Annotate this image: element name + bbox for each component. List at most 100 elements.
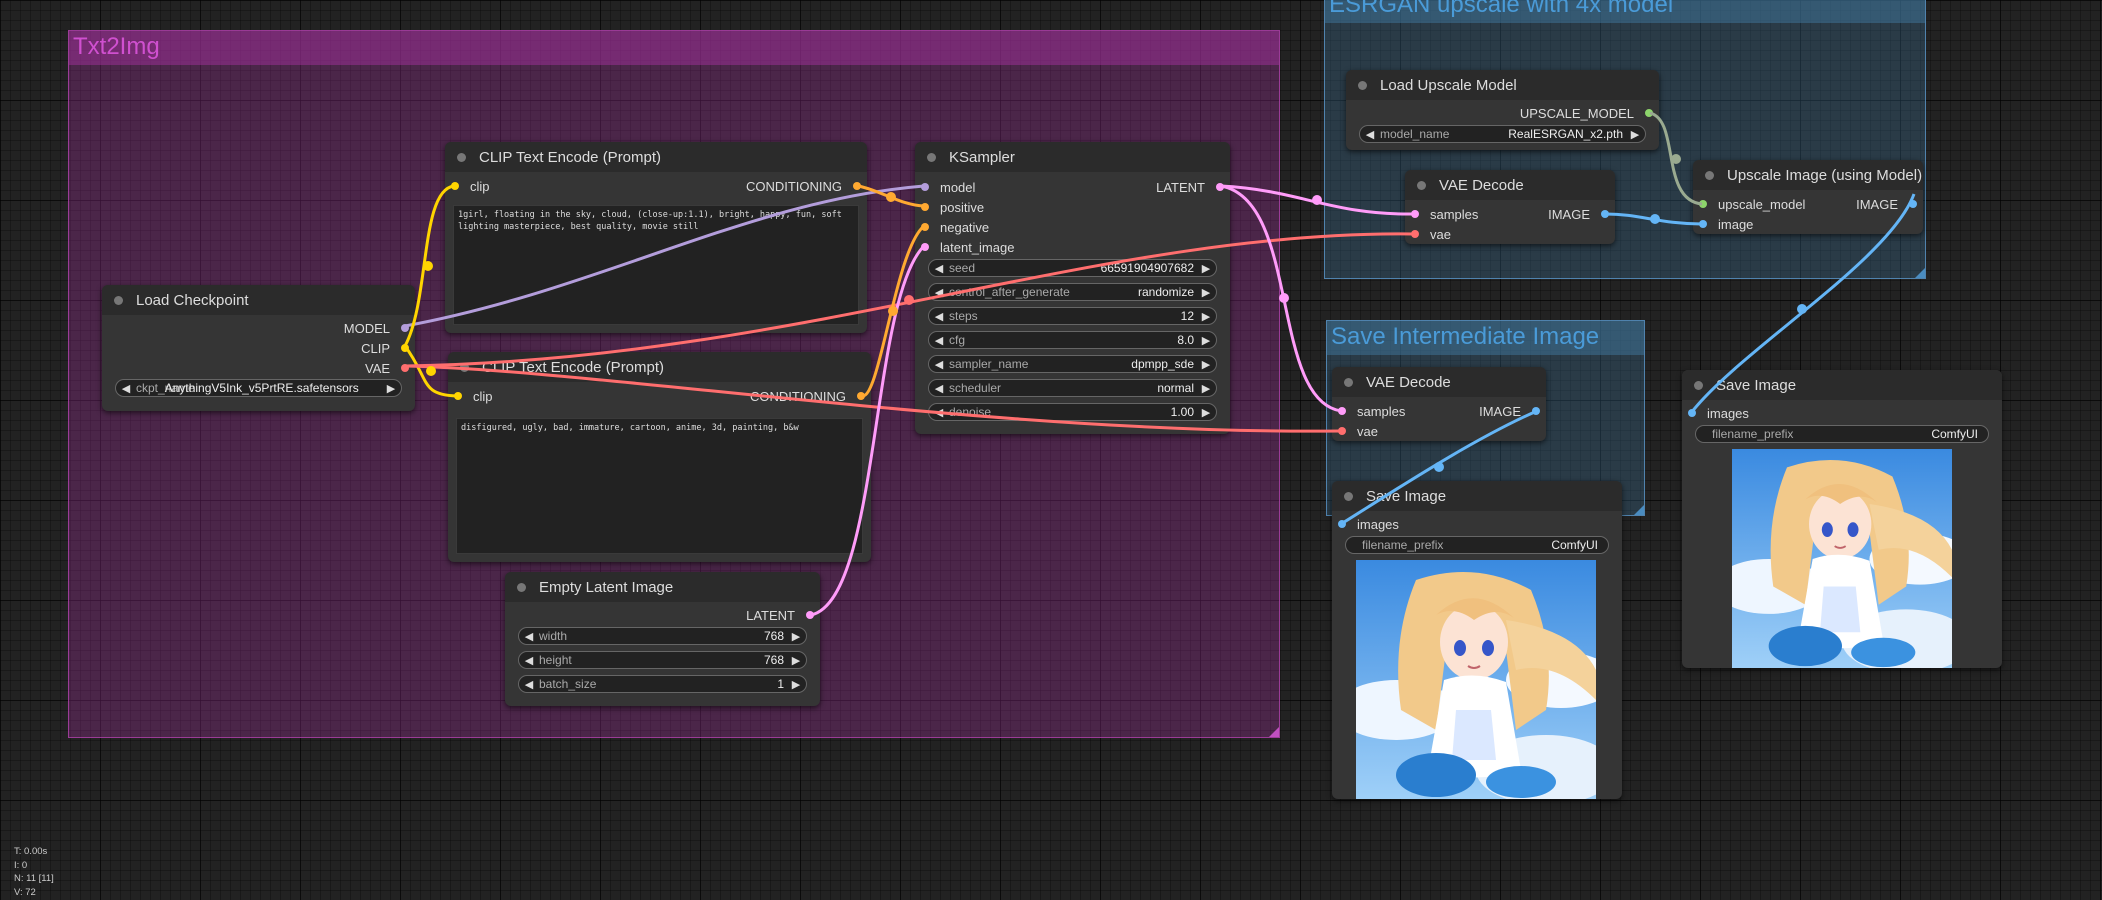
arrow-right-icon[interactable]: ▶ (1629, 128, 1641, 141)
arrow-right-icon[interactable]: ▶ (1200, 310, 1212, 323)
arrow-left-icon[interactable]: ◀ (933, 334, 945, 347)
collapse-dot-icon[interactable] (1417, 180, 1426, 190)
input-images[interactable]: images (1688, 403, 1749, 423)
widget-filename-prefix[interactable]: filename_prefix ComfyUI (1695, 425, 1989, 443)
node-header[interactable]: Load Upscale Model (1346, 70, 1659, 100)
group-title[interactable]: Txt2Img (69, 31, 1279, 65)
input-clip[interactable]: clip (451, 176, 490, 196)
slot-pin-icon[interactable] (921, 243, 929, 251)
prompt-textarea[interactable]: 1girl, floating in the sky, cloud, (clos… (453, 205, 859, 325)
prompt-textarea[interactable]: disfigured, ugly, bad, immature, cartoon… (456, 418, 863, 554)
widget-filename-prefix[interactable]: filename_prefix ComfyUI (1345, 536, 1609, 554)
node-header[interactable]: Save Image (1682, 370, 2002, 400)
slot-pin-icon[interactable] (921, 183, 929, 191)
group-resize-handle[interactable] (1634, 505, 1644, 515)
collapse-dot-icon[interactable] (1694, 380, 1703, 390)
slot-pin-icon[interactable] (1216, 183, 1224, 191)
arrow-left-icon[interactable]: ◀ (933, 406, 945, 419)
slot-pin-icon[interactable] (401, 364, 409, 372)
widget-batch-size[interactable]: ◀ batch_size 1 ▶ (518, 675, 807, 693)
slot-pin-icon[interactable] (1338, 520, 1346, 528)
slot-pin-icon[interactable] (921, 223, 929, 231)
slot-pin-icon[interactable] (1688, 409, 1696, 417)
arrow-left-icon[interactable]: ◀ (933, 262, 945, 275)
slot-pin-icon[interactable] (1411, 230, 1419, 238)
node-load-checkpoint[interactable]: Load Checkpoint MODEL CLIP VAE ◀ ckpt_na… (102, 285, 415, 411)
widget-seed[interactable]: ◀ seed 66591904907682 ▶ (928, 259, 1217, 277)
slot-pin-icon[interactable] (1411, 210, 1419, 218)
arrow-left-icon[interactable]: ◀ (1364, 128, 1376, 141)
input-samples[interactable]: samples (1338, 401, 1405, 421)
input-model[interactable]: model (921, 177, 975, 197)
widget-control-after-generate[interactable]: ◀ control_after_generate randomize ▶ (928, 283, 1217, 301)
output-vae[interactable]: VAE (365, 358, 409, 378)
group-resize-handle[interactable] (1915, 268, 1925, 278)
slot-pin-icon[interactable] (857, 392, 865, 400)
group-title[interactable]: Save Intermediate Image (1327, 321, 1644, 355)
collapse-dot-icon[interactable] (457, 152, 466, 162)
slot-pin-icon[interactable] (853, 182, 861, 190)
slot-pin-icon[interactable] (1338, 427, 1346, 435)
input-positive[interactable]: positive (921, 197, 984, 217)
node-header[interactable]: Empty Latent Image (505, 572, 820, 602)
node-load-upscale-model[interactable]: Load Upscale Model UPSCALE_MODEL ◀ model_… (1346, 70, 1659, 150)
arrow-right-icon[interactable]: ▶ (1200, 406, 1212, 419)
slot-pin-icon[interactable] (1699, 220, 1707, 228)
output-latent[interactable]: LATENT (1156, 177, 1224, 197)
node-header[interactable]: VAE Decode (1405, 170, 1615, 200)
node-header[interactable]: CLIP Text Encode (Prompt) (445, 142, 867, 172)
widget-model-name[interactable]: ◀ model_name RealESRGAN_x2.pth ▶ (1359, 125, 1646, 143)
arrow-left-icon[interactable]: ◀ (523, 678, 535, 691)
node-upscale-image[interactable]: Upscale Image (using Model) upscale_mode… (1693, 160, 1923, 234)
node-header[interactable]: CLIP Text Encode (Prompt) (448, 352, 871, 382)
output-conditioning[interactable]: CONDITIONING (750, 386, 865, 406)
arrow-right-icon[interactable]: ▶ (790, 678, 802, 691)
collapse-dot-icon[interactable] (460, 362, 469, 372)
output-clip[interactable]: CLIP (361, 338, 409, 358)
widget-width[interactable]: ◀ width 768 ▶ (518, 627, 807, 645)
slot-pin-icon[interactable] (454, 392, 462, 400)
output-conditioning[interactable]: CONDITIONING (746, 176, 861, 196)
widget-sampler-name[interactable]: ◀ sampler_name dpmpp_sde ▶ (928, 355, 1217, 373)
output-model[interactable]: MODEL (344, 318, 409, 338)
input-images[interactable]: images (1338, 514, 1399, 534)
arrow-right-icon[interactable]: ▶ (790, 630, 802, 643)
arrow-right-icon[interactable]: ▶ (1200, 334, 1212, 347)
node-save-image-intermediate[interactable]: Save Image images filename_prefix ComfyUI (1332, 481, 1622, 799)
arrow-left-icon[interactable]: ◀ (523, 630, 535, 643)
collapse-dot-icon[interactable] (1344, 491, 1353, 501)
arrow-right-icon[interactable]: ▶ (385, 382, 397, 395)
node-vae-decode-intermediate[interactable]: VAE Decode samples vae IMAGE (1332, 367, 1546, 441)
output-upscale-model[interactable]: UPSCALE_MODEL (1520, 103, 1653, 123)
node-header[interactable]: Load Checkpoint (102, 285, 415, 315)
arrow-left-icon[interactable]: ◀ (933, 358, 945, 371)
widget-denoise[interactable]: ◀ denoise 1.00 ▶ (928, 403, 1217, 421)
arrow-right-icon[interactable]: ▶ (1200, 262, 1212, 275)
arrow-left-icon[interactable]: ◀ (523, 654, 535, 667)
slot-pin-icon[interactable] (1645, 109, 1653, 117)
node-ksampler[interactable]: KSampler model positive negative latent_… (915, 142, 1230, 434)
input-image[interactable]: image (1699, 214, 1753, 234)
slot-pin-icon[interactable] (401, 344, 409, 352)
slot-pin-icon[interactable] (401, 324, 409, 332)
input-latent-image[interactable]: latent_image (921, 237, 1014, 257)
input-samples[interactable]: samples (1411, 204, 1478, 224)
slot-pin-icon[interactable] (451, 182, 459, 190)
widget-cfg[interactable]: ◀ cfg 8.0 ▶ (928, 331, 1217, 349)
input-vae[interactable]: vae (1411, 224, 1451, 244)
arrow-left-icon[interactable]: ◀ (120, 382, 132, 395)
slot-pin-icon[interactable] (806, 611, 814, 619)
node-clip-text-encode-negative[interactable]: CLIP Text Encode (Prompt) clip CONDITION… (448, 352, 871, 562)
group-resize-handle[interactable] (1269, 727, 1279, 737)
widget-ckpt-name[interactable]: ◀ ckpt_name AnythingV5Ink_v5PrtRE.safete… (115, 379, 402, 397)
arrow-right-icon[interactable]: ▶ (790, 654, 802, 667)
collapse-dot-icon[interactable] (1358, 80, 1367, 90)
node-header[interactable]: KSampler (915, 142, 1230, 172)
widget-scheduler[interactable]: ◀ scheduler normal ▶ (928, 379, 1217, 397)
collapse-dot-icon[interactable] (1705, 170, 1714, 180)
collapse-dot-icon[interactable] (114, 295, 123, 305)
slot-pin-icon[interactable] (1699, 200, 1707, 208)
output-image[interactable]: IMAGE (1479, 401, 1540, 421)
node-save-image-upscaled[interactable]: Save Image images filename_prefix ComfyUI (1682, 370, 2002, 668)
node-empty-latent-image[interactable]: Empty Latent Image LATENT ◀ width 768 ▶ ◀ he… (505, 572, 820, 706)
